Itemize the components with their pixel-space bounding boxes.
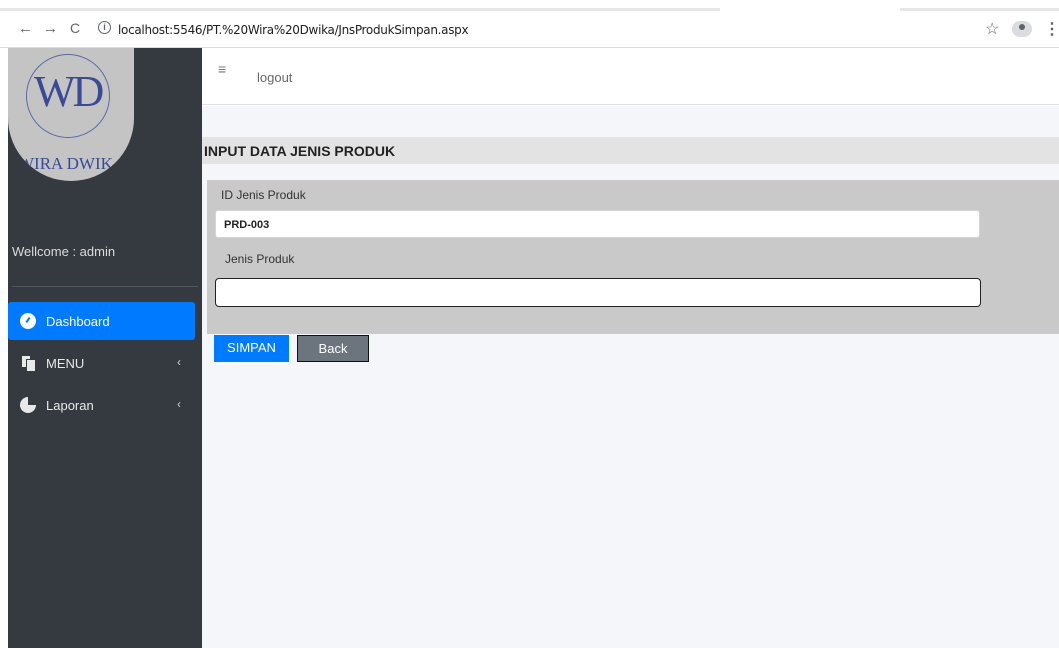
- id-jenis-produk-input[interactable]: PRD-003: [215, 210, 980, 238]
- page-title: INPUT DATA JENIS PRODUK: [202, 137, 1059, 164]
- chevron-left-icon: ‹: [177, 397, 181, 411]
- welcome-text: Wellcome : admin: [12, 244, 116, 259]
- simpan-button[interactable]: SIMPAN: [214, 335, 289, 362]
- jenis-produk-label: Jenis Produk: [225, 252, 295, 266]
- browser-chrome: ← → C i localhost:5546/PT.%20Wira%20Dwik…: [0, 0, 1059, 48]
- logout-link[interactable]: logout: [257, 70, 292, 85]
- hamburger-menu-icon[interactable]: ≡: [218, 61, 226, 77]
- sidebar-item-label: MENU: [46, 355, 85, 371]
- sidebar-item-dashboard[interactable]: Dashboard: [8, 302, 195, 340]
- dashboard-icon: [20, 313, 36, 329]
- sidebar: WD WIRA DWIK Wellcome : admin Dashboard …: [8, 48, 202, 648]
- form-panel: ID Jenis Produk PRD-003 Jenis Produk: [207, 180, 1059, 334]
- sidebar-divider: [12, 286, 198, 287]
- sidebar-item-label: Dashboard: [46, 313, 110, 329]
- logo-company-name: WIRA DWIK: [18, 154, 113, 173]
- top-navbar: ≡ logout: [202, 48, 1059, 105]
- id-jenis-produk-label: ID Jenis Produk: [221, 188, 306, 202]
- tab-strip-right: [900, 8, 1059, 11]
- sidebar-item-menu[interactable]: MENU ‹: [8, 344, 195, 382]
- logo-initials: WD: [34, 67, 104, 116]
- address-bar[interactable]: localhost:5546/PT.%20Wira%20Dwika/JnsPro…: [118, 23, 469, 37]
- sidebar-item-laporan[interactable]: Laporan ‹: [8, 386, 195, 424]
- back-button[interactable]: Back: [297, 335, 369, 362]
- jenis-produk-input[interactable]: [215, 278, 981, 307]
- more-options-icon[interactable]: ⋮: [1044, 19, 1059, 39]
- sidebar-item-label: Laporan: [46, 397, 94, 413]
- files-icon: [20, 355, 36, 371]
- bookmark-star-icon[interactable]: ☆: [985, 19, 999, 39]
- back-arrow-icon[interactable]: ←: [18, 20, 33, 37]
- chevron-left-icon: ‹: [177, 355, 181, 369]
- info-icon[interactable]: i: [98, 21, 111, 34]
- pie-chart-icon: [20, 397, 36, 413]
- main-content: INPUT DATA JENIS PRODUK ID Jenis Produk …: [202, 106, 1059, 648]
- company-logo[interactable]: WD WIRA DWIK: [8, 48, 134, 181]
- forward-arrow-icon[interactable]: →: [43, 20, 58, 37]
- profile-icon[interactable]: [1012, 21, 1032, 37]
- tab-strip: [0, 8, 720, 11]
- reload-icon[interactable]: C: [70, 20, 80, 36]
